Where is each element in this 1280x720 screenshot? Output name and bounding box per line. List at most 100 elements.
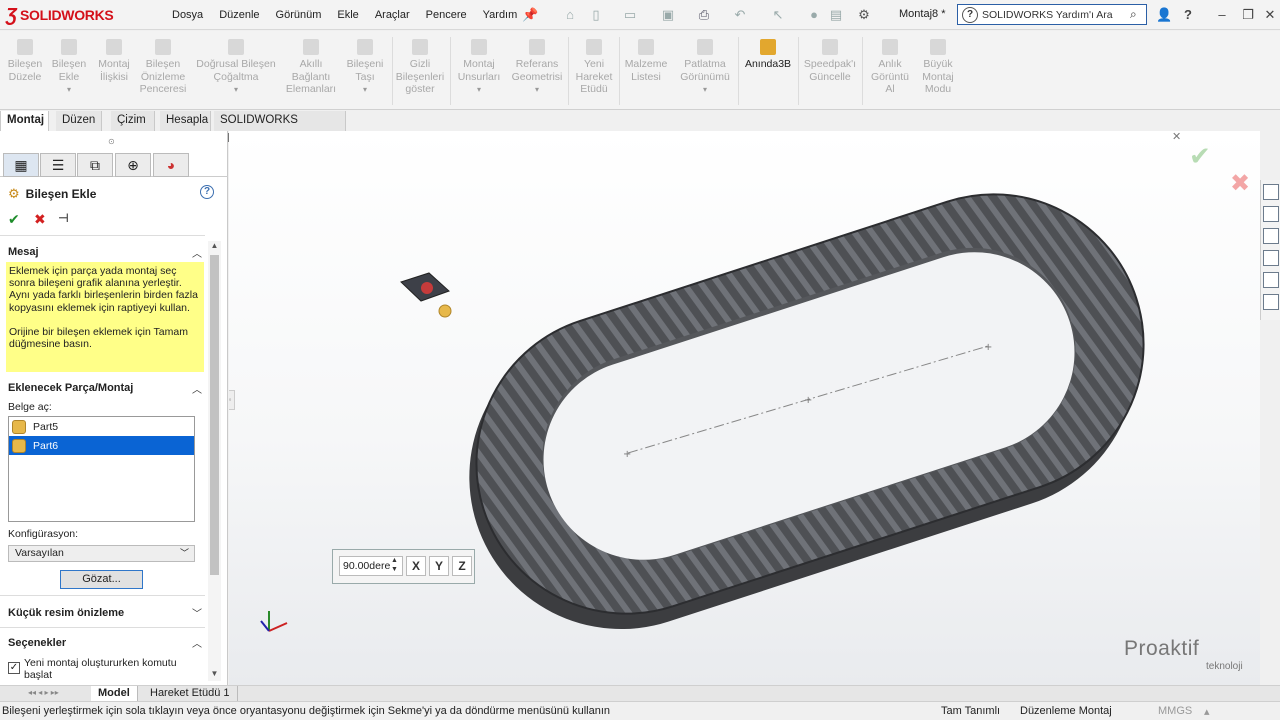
start-command-checkbox[interactable]: ✓	[8, 662, 20, 674]
options-gear-icon[interactable]: ⚙	[856, 7, 872, 23]
dropdown-arrow-icon[interactable]: ▾	[192, 84, 280, 97]
cmd-speedpak-guncelle[interactable]: Speedpak'ı Güncelle	[802, 39, 858, 83]
cancel-x-icon[interactable]: ✖	[34, 211, 46, 228]
appearances-icon[interactable]	[1263, 272, 1279, 288]
resources-home-icon[interactable]	[1263, 184, 1279, 200]
restore-window-icon[interactable]: ❐	[1240, 7, 1256, 23]
new-document-icon[interactable]: ▯	[588, 7, 604, 23]
rotate-y-icon[interactable]: Y	[429, 556, 449, 576]
feature-manager-tab-icon[interactable]: ▦	[3, 153, 39, 177]
angle-spinner-icon[interactable]: ▲ ▼	[391, 556, 398, 574]
menu-duzenle[interactable]: Düzenle	[211, 9, 267, 21]
keep-visible-pushpin-icon[interactable]: ⊣	[58, 211, 69, 225]
tab-eklentiler[interactable]: SOLIDWORKS Eklentileri	[214, 111, 346, 145]
tab-hesapla[interactable]: Hesapla	[160, 111, 211, 131]
list-item[interactable]: Part6	[9, 436, 194, 455]
cmd-bilesen-duzele[interactable]: Bileşen Düzele	[4, 39, 46, 83]
cmd-bileseni-tasi[interactable]: Bileşeni Taşı ▾	[342, 39, 388, 97]
panel-grip-icon[interactable]: ⊙	[108, 137, 115, 146]
display-manager-tab-icon[interactable]: ◕	[153, 153, 189, 177]
dropdown-arrow-icon[interactable]: ▾	[454, 84, 504, 97]
home-icon[interactable]: ⌂	[562, 7, 578, 23]
help-icon[interactable]: ?	[1180, 7, 1196, 23]
assembly-model[interactable]: + + +	[229, 131, 1260, 685]
cmd-montaj-iliskisi[interactable]: Montaj İlişkisi	[93, 39, 135, 83]
collapse-chevron-icon[interactable]: ︿	[192, 381, 202, 396]
configuration-manager-tab-icon[interactable]: ⧉	[77, 153, 113, 177]
undo-icon[interactable]: ↶	[732, 7, 748, 23]
custom-properties-icon[interactable]	[1263, 294, 1279, 310]
cmd-akilli-baglanti[interactable]: Akıllı Bağlantı Elemanları	[284, 39, 338, 96]
file-explorer-icon[interactable]	[1263, 228, 1279, 244]
section-header-parts[interactable]: Eklenecek Parça/Montaj	[8, 382, 133, 394]
dimxpert-tab-icon[interactable]: ⊕	[115, 153, 151, 177]
select-arrow-icon[interactable]: ↖	[770, 7, 786, 23]
expand-chevron-icon[interactable]: ﹀	[192, 605, 202, 620]
rebuild-icon[interactable]: ●	[806, 7, 822, 23]
cmd-anlik-goruntu-al[interactable]: Anlık Görüntü Al	[866, 39, 914, 96]
ok-checkmark-icon[interactable]: ✔	[8, 211, 20, 228]
cmd-patlatma-gorunumu[interactable]: Patlatma Görünümü ▾	[676, 39, 734, 97]
menu-yardim[interactable]: Yardım	[475, 9, 526, 21]
section-header-options[interactable]: Seçenekler	[8, 637, 66, 649]
search-icon[interactable]: ⌕	[1130, 7, 1146, 22]
menu-gorunum[interactable]: Görünüm	[268, 9, 330, 21]
scroll-up-icon[interactable]: ▲	[208, 241, 221, 250]
minimize-window-icon[interactable]: –	[1214, 7, 1230, 23]
open-folder-icon[interactable]: ▭	[622, 7, 638, 23]
conveyor-ring[interactable]	[430, 155, 1183, 668]
panel-splitter-handle[interactable]: ◦	[229, 390, 235, 410]
tab-duzen[interactable]: Düzen	[56, 111, 102, 131]
design-library-icon[interactable]	[1263, 206, 1279, 222]
cmd-referans-geometrisi[interactable]: Referans Geometrisi ▾	[510, 39, 564, 97]
menu-pencere[interactable]: Pencere	[418, 9, 475, 21]
section-header-mesaj[interactable]: Mesaj	[8, 246, 39, 258]
browse-button[interactable]: Gözat...	[60, 570, 143, 589]
user-icon[interactable]: 👤	[1156, 7, 1172, 23]
solidworks-logo[interactable]: Ʒ SOLIDWORKS	[6, 3, 146, 27]
open-documents-list[interactable]: Part5 Part6	[8, 416, 195, 522]
cmd-bilesen-onizleme[interactable]: Bileşen Önizleme Penceresi	[138, 39, 188, 96]
cmd-gizli-bilesenleri-goster[interactable]: Gizli Bileşenleri göster	[394, 39, 446, 96]
cmd-buyuk-montaj-modu[interactable]: Büyük Montaj Modu	[916, 39, 960, 96]
collapse-chevron-icon[interactable]: ︿	[192, 635, 202, 650]
view-palette-icon[interactable]	[1263, 250, 1279, 266]
cmd-montaj-unsurlari[interactable]: Montaj Unsurları ▾	[454, 39, 504, 97]
tab-motion-study[interactable]: Hareket Etüdü 1	[143, 686, 238, 701]
tab-scroll-arrows-icon[interactable]: ◂◂ ◂ ▸ ▸▸	[28, 688, 59, 697]
menu-dosya[interactable]: Dosya	[164, 9, 211, 21]
property-manager-tab-icon[interactable]: ☰	[40, 153, 76, 177]
scroll-down-icon[interactable]: ▼	[208, 669, 221, 678]
menu-araclar[interactable]: Araçlar	[367, 9, 418, 21]
panel-help-icon[interactable]: ?	[200, 185, 214, 199]
cmd-bilesen-ekle[interactable]: Bileşen Ekle ▾	[50, 39, 88, 97]
tab-cizim[interactable]: Çizim	[111, 111, 155, 131]
save-icon[interactable]: ▣	[660, 7, 676, 23]
print-icon[interactable]: ⎙	[696, 7, 712, 23]
cmd-aninda3b[interactable]: Anında3B	[742, 39, 794, 71]
graphics-area[interactable]: ◧ ◨ – ❐ ✕ ✔ ✖ + + +	[229, 131, 1260, 685]
dropdown-arrow-icon[interactable]: ▾	[510, 84, 564, 97]
scrollbar-thumb[interactable]	[210, 255, 219, 575]
rotate-z-icon[interactable]: Z	[452, 556, 472, 576]
cmd-dogrusal-cogaltma[interactable]: Doğrusal Bileşen Çoğaltma ▾	[192, 39, 280, 97]
panel-scrollbar[interactable]: ▲ ▼	[208, 241, 221, 681]
close-window-icon[interactable]: ✕	[1262, 7, 1278, 23]
list-item[interactable]: Part5	[9, 417, 194, 436]
rotate-x-icon[interactable]: X	[406, 556, 426, 576]
menu-ekle[interactable]: Ekle	[329, 9, 366, 21]
configuration-select[interactable]: Varsayılan ﹀	[8, 545, 195, 562]
status-units[interactable]: MMGS	[1158, 705, 1192, 717]
cmd-malzeme-listesi[interactable]: Malzeme Listesi	[622, 39, 670, 83]
collapse-chevron-icon[interactable]: ︿	[192, 245, 202, 260]
dropdown-arrow-icon[interactable]: ▾	[342, 84, 388, 97]
tab-model[interactable]: Model	[91, 686, 138, 701]
tab-montaj[interactable]: Montaj	[0, 111, 49, 131]
help-search-box[interactable]: ? SOLIDWORKS Yardım'ı Ara ⌕	[957, 4, 1147, 25]
cmd-yeni-hareket-etudu[interactable]: Yeni Hareket Etüdü	[572, 39, 616, 96]
file-properties-icon[interactable]: ▤	[828, 7, 844, 23]
dropdown-arrow-icon[interactable]: ▾	[50, 84, 88, 97]
help-search-input[interactable]: SOLIDWORKS Yardım'ı Ara	[982, 9, 1130, 21]
pin-icon[interactable]: 📌	[522, 7, 538, 23]
units-dropdown-icon[interactable]: ▴	[1204, 705, 1210, 718]
